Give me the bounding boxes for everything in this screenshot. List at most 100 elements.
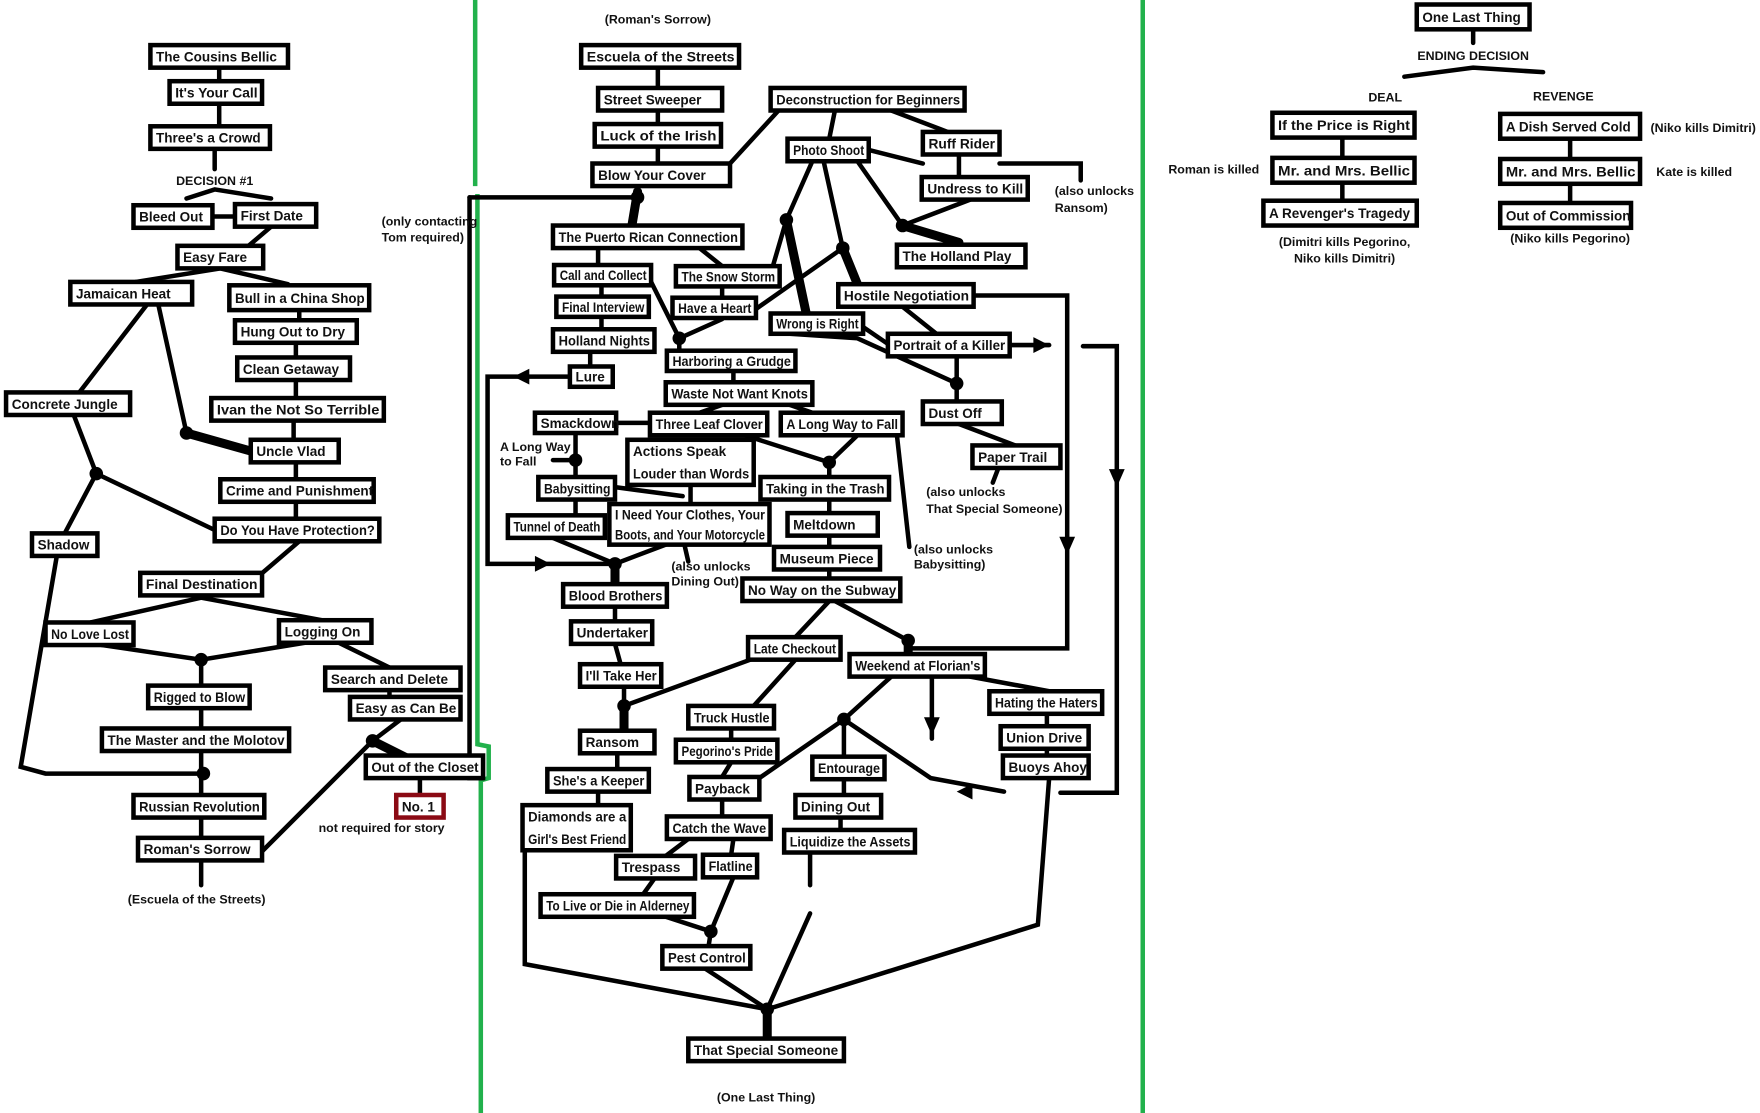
- mission-waste-not-want-knots[interactable]: Waste Not Want Knots: [663, 380, 815, 408]
- mission-diamonds-are-a-girl-s-best-friend[interactable]: Diamonds are a Girl's Best Friend: [520, 802, 634, 853]
- mission-she-s-a-keeper[interactable]: She's a Keeper: [545, 766, 652, 794]
- mission-no-love-lost[interactable]: No Love Lost: [43, 620, 136, 648]
- mission-one-last-thing[interactable]: One Last Thing: [1414, 2, 1532, 32]
- mission-final-interview[interactable]: Final Interview: [554, 294, 652, 320]
- mission-taking-in-the-trash[interactable]: Taking in the Trash: [758, 474, 892, 502]
- mission-logging-on[interactable]: Logging On: [276, 617, 374, 646]
- mission-lure[interactable]: Lure: [567, 364, 615, 390]
- mission-concrete-jungle[interactable]: Concrete Jungle: [3, 390, 133, 418]
- mission-clean-getaway[interactable]: Clean Getaway: [234, 355, 353, 383]
- mission-uncle-vlad[interactable]: Uncle Vlad: [248, 437, 341, 465]
- mission-search-and-delete[interactable]: Search and Delete: [322, 665, 463, 693]
- mission-wrong-is-right[interactable]: Wrong is Right: [768, 311, 866, 337]
- mission-union-drive[interactable]: Union Drive: [998, 723, 1091, 752]
- mission-no-way-on-the-subway[interactable]: No Way on the Subway: [740, 576, 903, 604]
- mission-jamaican-heat[interactable]: Jamaican Heat: [68, 279, 195, 307]
- mission-undress-to-kill[interactable]: Undress to Kill: [919, 174, 1030, 202]
- mission-deconstruction-for-beginners[interactable]: Deconstruction for Beginners: [768, 85, 967, 113]
- mission-out-of-commission[interactable]: Out of Commission: [1497, 200, 1634, 231]
- mission-ivan-the-not-so-terrible[interactable]: Ivan the Not So Terrible: [209, 395, 387, 423]
- mission-do-you-have-protection[interactable]: Do You Have Protection?: [212, 516, 382, 544]
- mission-the-holland-play[interactable]: The Holland Play: [894, 242, 1028, 270]
- mission-the-cousins-bellic[interactable]: The Cousins Bellic: [148, 42, 291, 70]
- mission-dining-out[interactable]: Dining Out: [793, 792, 884, 820]
- mission-to-live-or-die-in-alderney[interactable]: To Live or Die in Alderney: [538, 891, 697, 920]
- mission-i-ll-take-her[interactable]: I'll Take Her: [577, 661, 664, 689]
- mission-three-s-a-crowd[interactable]: Three's a Crowd: [148, 124, 273, 152]
- mission-no-1[interactable]: No. 1: [393, 792, 446, 820]
- mission-call-and-collect[interactable]: Call and Collect: [551, 262, 654, 288]
- mission-label: To Live or Die in Alderney: [546, 899, 690, 914]
- mission-hating-the-haters[interactable]: Hating the Haters: [987, 689, 1105, 717]
- mission-trespass[interactable]: Trespass: [613, 853, 698, 881]
- mission-i-need-your-clothes-your-boots-and-your-motorcycle[interactable]: I Need Your Clothes, Your Boots, and Your…: [607, 501, 772, 547]
- mission-out-of-the-closet[interactable]: Out of the Closet: [363, 753, 486, 781]
- mission-hostile-negotiation[interactable]: Hostile Negotiation: [836, 281, 976, 309]
- mission-flatline[interactable]: Flatline: [700, 852, 760, 880]
- junction-dot: [608, 557, 622, 571]
- mission-rigged-to-blow[interactable]: Rigged to Blow: [145, 683, 252, 711]
- mission-label: Russian Revolution: [139, 799, 260, 814]
- mission-a-revenger-s-tragedy[interactable]: A Revenger's Tragedy: [1261, 198, 1420, 228]
- mission-final-destination[interactable]: Final Destination: [138, 570, 265, 598]
- note-text: (Dimitri kills Pegorino,: [1279, 235, 1411, 249]
- mission-buoys-ahoy[interactable]: Buoys Ahoy: [1000, 753, 1091, 781]
- mission-portrait-of-a-killer[interactable]: Portrait of a Killer: [885, 331, 1012, 359]
- mission-blood-brothers[interactable]: Blood Brothers: [560, 581, 670, 609]
- mission-paper-trail[interactable]: Paper Trail: [970, 443, 1063, 471]
- mission-truck-hustle[interactable]: Truck Hustle: [686, 703, 777, 731]
- mission-dust-off[interactable]: Dust Off: [920, 399, 1005, 427]
- mission-harboring-a-grudge[interactable]: Harboring a Grudge: [664, 348, 798, 374]
- mission-catch-the-wave[interactable]: Catch the Wave: [664, 814, 773, 842]
- mission-the-snow-storm[interactable]: The Snow Storm: [673, 263, 782, 289]
- mission-a-long-way-to-fall[interactable]: A Long Way to Fall: [778, 410, 905, 438]
- mission-easy-as-can-be[interactable]: Easy as Can Be: [347, 694, 463, 722]
- mission-holland-nights[interactable]: Holland Nights: [550, 327, 657, 355]
- mission-meltdown[interactable]: Meltdown: [785, 510, 880, 538]
- mission-photo-shoot[interactable]: Photo Shoot: [785, 136, 871, 164]
- mission-bull-in-a-china-shop[interactable]: Bull in a China Shop: [227, 283, 372, 313]
- mission-mr-and-mrs-bellic[interactable]: Mr. and Mrs. Bellic: [1270, 155, 1417, 185]
- mission-pegorino-s-pride[interactable]: Pegorino's Pride: [673, 737, 780, 765]
- mission-easy-fare[interactable]: Easy Fare: [175, 243, 266, 271]
- mission-the-master-and-the-molotov[interactable]: The Master and the Molotov: [99, 726, 292, 754]
- mission-tunnel-of-death[interactable]: Tunnel of Death: [505, 513, 608, 541]
- mission-it-s-your-call[interactable]: It's Your Call: [167, 78, 265, 106]
- mission-roman-s-sorrow[interactable]: Roman's Sorrow: [135, 835, 265, 863]
- mission-entourage[interactable]: Entourage: [810, 754, 887, 782]
- mission-label: Smackdown: [541, 416, 620, 431]
- mission-museum-piece[interactable]: Museum Piece: [771, 544, 883, 572]
- mission-first-date[interactable]: First Date: [232, 201, 319, 229]
- mission-hung-out-to-dry[interactable]: Hung Out to Dry: [232, 318, 360, 346]
- mission-shadow[interactable]: Shadow: [29, 531, 100, 559]
- mission-weekend-at-florian-s[interactable]: Weekend at Florian's: [847, 651, 988, 679]
- mission-undertaker[interactable]: Undertaker: [568, 619, 655, 647]
- mission-actions-speak-louder-than-words[interactable]: Actions Speak Louder than Words: [625, 437, 756, 488]
- mission-payback[interactable]: Payback: [687, 774, 762, 802]
- mission-luck-of-the-irish[interactable]: Luck of the Irish: [592, 121, 724, 149]
- mission-three-leaf-clover[interactable]: Three Leaf Clover: [647, 410, 770, 438]
- mission-ransom[interactable]: Ransom: [577, 728, 657, 756]
- mission-escuela-of-the-streets[interactable]: Escuela of the Streets: [578, 42, 742, 70]
- mission-bleed-out[interactable]: Bleed Out: [131, 202, 215, 231]
- mission-russian-revolution[interactable]: Russian Revolution: [131, 792, 267, 820]
- connector-line: [612, 542, 669, 567]
- connector-line: [832, 598, 911, 643]
- mission-label: Mr. and Mrs. Bellic: [1278, 163, 1410, 178]
- mission-the-puerto-rican-connection[interactable]: The Puerto Rican Connection: [550, 223, 745, 251]
- mission-ruff-rider[interactable]: Ruff Rider: [920, 129, 1002, 157]
- mission-if-the-price-is-right[interactable]: If the Price is Right: [1270, 110, 1417, 140]
- mission-mr-and-mrs-bellic[interactable]: Mr. and Mrs. Bellic: [1497, 156, 1643, 187]
- mission-babysitting[interactable]: Babysitting: [536, 474, 618, 502]
- mission-liquidize-the-assets[interactable]: Liquidize the Assets: [781, 827, 918, 855]
- mission-street-sweeper[interactable]: Street Sweeper: [595, 85, 725, 113]
- mission-late-checkout[interactable]: Late Checkout: [745, 634, 843, 662]
- mission-crime-and-punishment[interactable]: Crime and Punishment: [218, 477, 376, 505]
- mission-blow-your-cover[interactable]: Blow Your Cover: [590, 161, 733, 189]
- mission-that-special-someone[interactable]: That Special Someone: [686, 1036, 847, 1064]
- mission-have-a-heart[interactable]: Have a Heart: [670, 295, 759, 321]
- junction-dot: [568, 453, 583, 467]
- mission-a-dish-served-cold[interactable]: A Dish Served Cold: [1497, 111, 1643, 141]
- mission-pest-control[interactable]: Pest Control: [660, 943, 753, 971]
- mission-smackdown[interactable]: Smackdown: [532, 410, 620, 436]
